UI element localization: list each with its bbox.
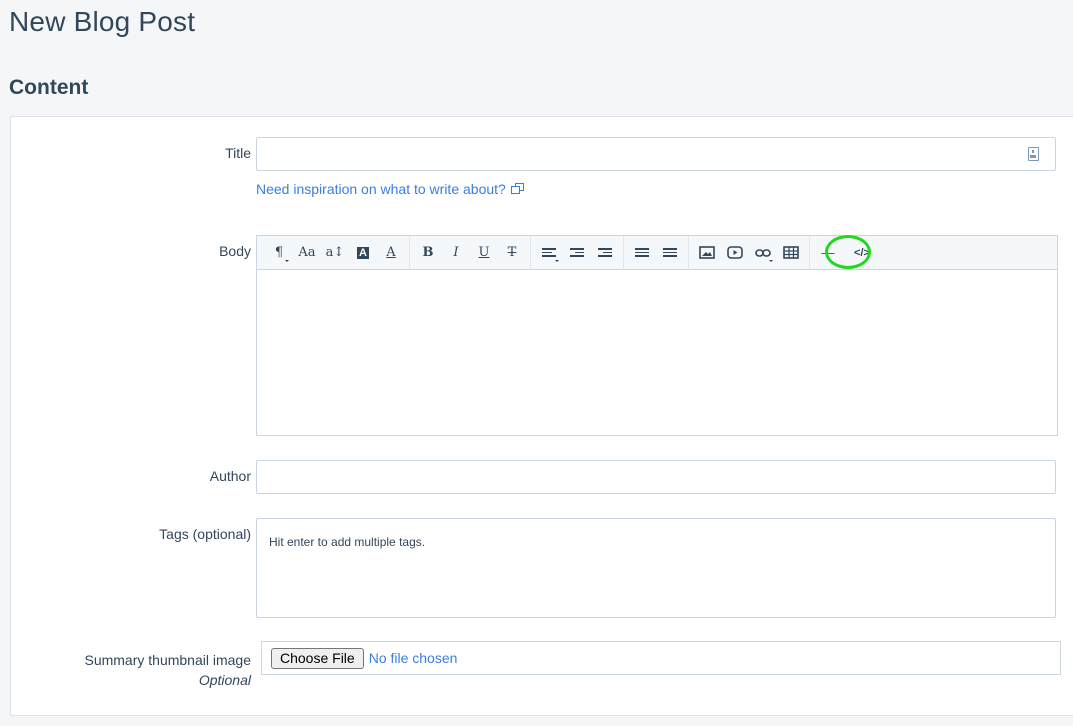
author-label: Author (209, 468, 251, 484)
font-family-button[interactable]: Aa (293, 240, 321, 266)
video-icon (727, 246, 743, 259)
text-color-icon: A (386, 245, 396, 260)
tags-hint: Hit enter to add multiple tags. (269, 535, 426, 549)
bulleted-list-button[interactable] (628, 240, 656, 266)
outdent-icon (570, 248, 584, 257)
table-icon (783, 246, 799, 259)
image-icon (699, 246, 715, 259)
italic-button[interactable]: I (442, 240, 470, 266)
text-color-button[interactable]: A (377, 240, 405, 266)
author-input[interactable] (256, 460, 1056, 494)
font-icon: Aa (298, 245, 316, 260)
paragraph-icon: ¶ (274, 245, 284, 260)
outdent-button[interactable] (563, 240, 591, 266)
insert-image-button[interactable] (693, 240, 721, 266)
thumbnail-optional: Optional (198, 672, 251, 688)
horizontal-rule-icon: — (821, 245, 835, 260)
extra-group: — </> (810, 236, 880, 270)
font-size-button[interactable]: a↕ (321, 240, 349, 266)
strikethrough-button[interactable]: T (498, 240, 526, 266)
choose-file-button[interactable]: Choose File (271, 647, 364, 669)
indent-icon (598, 248, 612, 257)
body-content-area[interactable] (257, 270, 1057, 435)
inspiration-link[interactable]: Need inspiration on what to write about? (256, 181, 525, 197)
body-editor: ¶ Aa a↕ A A B I U T — </> (256, 235, 1058, 436)
italic-icon: I (453, 245, 459, 260)
external-window-icon (510, 183, 525, 195)
insert-link-button[interactable] (749, 240, 777, 266)
indent-button[interactable] (591, 240, 619, 266)
section-title: Content (9, 76, 89, 99)
source-code-button[interactable]: </> (848, 240, 876, 266)
thumbnail-label: Summary thumbnail image (84, 652, 251, 668)
content-panel: Title Need inspiration on what to write … (10, 116, 1073, 716)
horizontal-rule-button[interactable]: — (814, 240, 842, 266)
numbered-list-button[interactable] (656, 240, 684, 266)
background-color-button[interactable]: A (349, 240, 377, 266)
underline-button[interactable]: U (470, 240, 498, 266)
font-size-icon: a↕ (325, 245, 345, 260)
bold-icon: B (422, 245, 434, 260)
strikethrough-icon: T (507, 245, 517, 260)
align-left-icon (542, 248, 556, 257)
style-group: B I U T (410, 235, 531, 270)
insert-video-button[interactable] (721, 240, 749, 266)
highlight-color-icon: A (357, 246, 369, 259)
bulleted-list-icon (635, 248, 649, 257)
align-button[interactable] (535, 240, 563, 266)
file-status: No file chosen (368, 650, 458, 666)
format-group: ¶ Aa a↕ A A (261, 235, 410, 270)
editor-toolbar: ¶ Aa a↕ A A B I U T — </> (257, 235, 1057, 270)
align-group (531, 235, 624, 270)
thumbnail-label-block: Summary thumbnail image Optional (84, 650, 251, 690)
code-icon: </> (854, 246, 870, 259)
bold-button[interactable]: B (414, 240, 442, 266)
page-title: New Blog Post (9, 6, 196, 37)
tags-label: Tags (optional) (159, 526, 251, 542)
body-label: Body (219, 243, 251, 259)
thumbnail-file-input: Choose File No file chosen (261, 641, 1061, 675)
title-label: Title (225, 145, 251, 161)
underline-icon: U (478, 245, 490, 260)
link-icon (755, 248, 771, 257)
list-group (624, 235, 689, 270)
insert-group (689, 235, 810, 270)
tags-input[interactable]: Hit enter to add multiple tags. (256, 518, 1056, 618)
paragraph-format-button[interactable]: ¶ (265, 240, 293, 266)
numbered-list-icon (663, 248, 677, 257)
insert-table-button[interactable] (777, 240, 805, 266)
contact-card-icon[interactable] (1028, 147, 1039, 161)
title-input[interactable] (256, 137, 1056, 171)
inspiration-link-text[interactable]: Need inspiration on what to write about? (256, 181, 506, 197)
